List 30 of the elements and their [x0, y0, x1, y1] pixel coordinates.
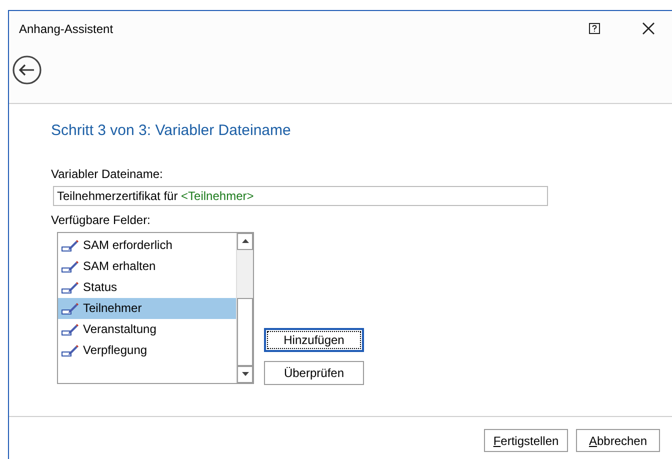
scrollbar[interactable]	[236, 232, 253, 382]
field-label: Variabler Dateiname:	[51, 166, 164, 182]
up-arrow-icon	[242, 239, 248, 243]
edit-field-icon	[61, 322, 79, 336]
dialog-button[interactable]: Abbrechen	[576, 429, 660, 452]
field-list-item[interactable]: Verpflegung	[58, 340, 236, 360]
field-list-item[interactable]: Status	[58, 276, 236, 298]
edit-field-icon	[61, 344, 79, 356]
scroll-down-button[interactable]	[237, 366, 253, 382]
down-arrow-icon	[242, 372, 248, 376]
scroll-up-button[interactable]	[237, 232, 253, 250]
edit-field-icon	[61, 260, 79, 272]
step-heading: Schritt 3 von 3: Variabler Dateiname	[51, 121, 292, 141]
field-list-item[interactable]: Teilnehmer	[58, 298, 236, 318]
field-list-item[interactable]: SAM erhalten	[58, 256, 236, 276]
field-label: Verfügbare Felder:	[51, 212, 152, 228]
back-icon[interactable]	[12, 55, 42, 85]
dialog-button[interactable]: Fertigstellen	[484, 429, 568, 452]
action-button[interactable]: Hinzufügen	[264, 328, 364, 352]
edit-field-icon	[61, 280, 79, 294]
edit-field-icon	[61, 238, 79, 252]
edit-field-icon	[61, 302, 79, 314]
field-list-item[interactable]: SAM erforderlich	[58, 234, 236, 256]
filename-field[interactable]: Teilnehmerzertifikat für <Teilnehmer>	[53, 186, 548, 206]
help-icon[interactable]	[589, 23, 600, 34]
field-list-item[interactable]: Veranstaltung	[58, 318, 236, 340]
close-icon[interactable]	[642, 22, 655, 35]
action-button[interactable]: Überprüfen	[264, 360, 364, 384]
scroll-thumb[interactable]	[237, 298, 253, 366]
window-title: Anhang-Assistent	[19, 20, 114, 38]
